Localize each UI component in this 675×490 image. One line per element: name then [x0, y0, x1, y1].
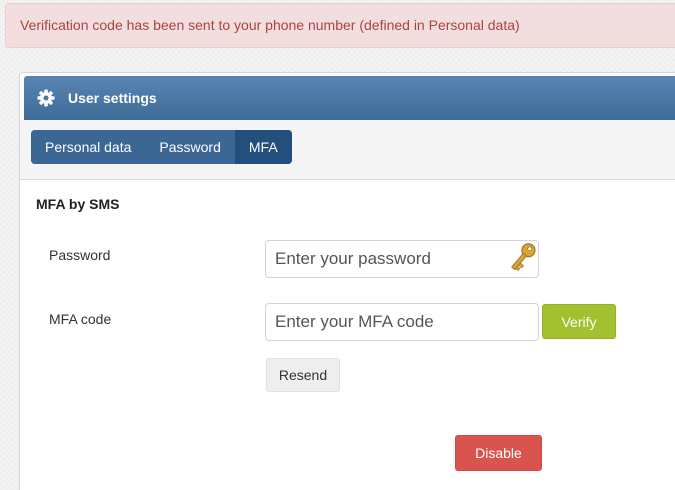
resend-button[interactable]: Resend: [266, 358, 340, 392]
tab-strip: Personal data Password MFA: [20, 120, 675, 180]
disable-button[interactable]: Disable: [455, 435, 542, 471]
mfa-code-input[interactable]: [265, 303, 539, 341]
settings-tabs: Personal data Password MFA: [31, 130, 292, 164]
tab-personal-data[interactable]: Personal data: [31, 130, 146, 164]
section-title: MFA by SMS: [36, 196, 120, 212]
key-icon: [511, 243, 536, 272]
panel-title: User settings: [68, 90, 157, 106]
user-settings-panel: User settings Personal data Password MFA: [19, 72, 675, 490]
password-input[interactable]: [265, 240, 539, 278]
mfa-code-label: MFA code: [49, 311, 112, 327]
password-label: Password: [49, 247, 111, 263]
alert-message: Verification code has been sent to your …: [20, 17, 520, 33]
verification-alert: Verification code has been sent to your …: [5, 3, 675, 48]
panel-heading: User settings: [24, 76, 675, 120]
verify-button[interactable]: Verify: [542, 304, 616, 339]
tab-password[interactable]: Password: [145, 130, 235, 164]
gear-icon: [37, 89, 55, 107]
tab-mfa[interactable]: MFA: [234, 130, 292, 164]
